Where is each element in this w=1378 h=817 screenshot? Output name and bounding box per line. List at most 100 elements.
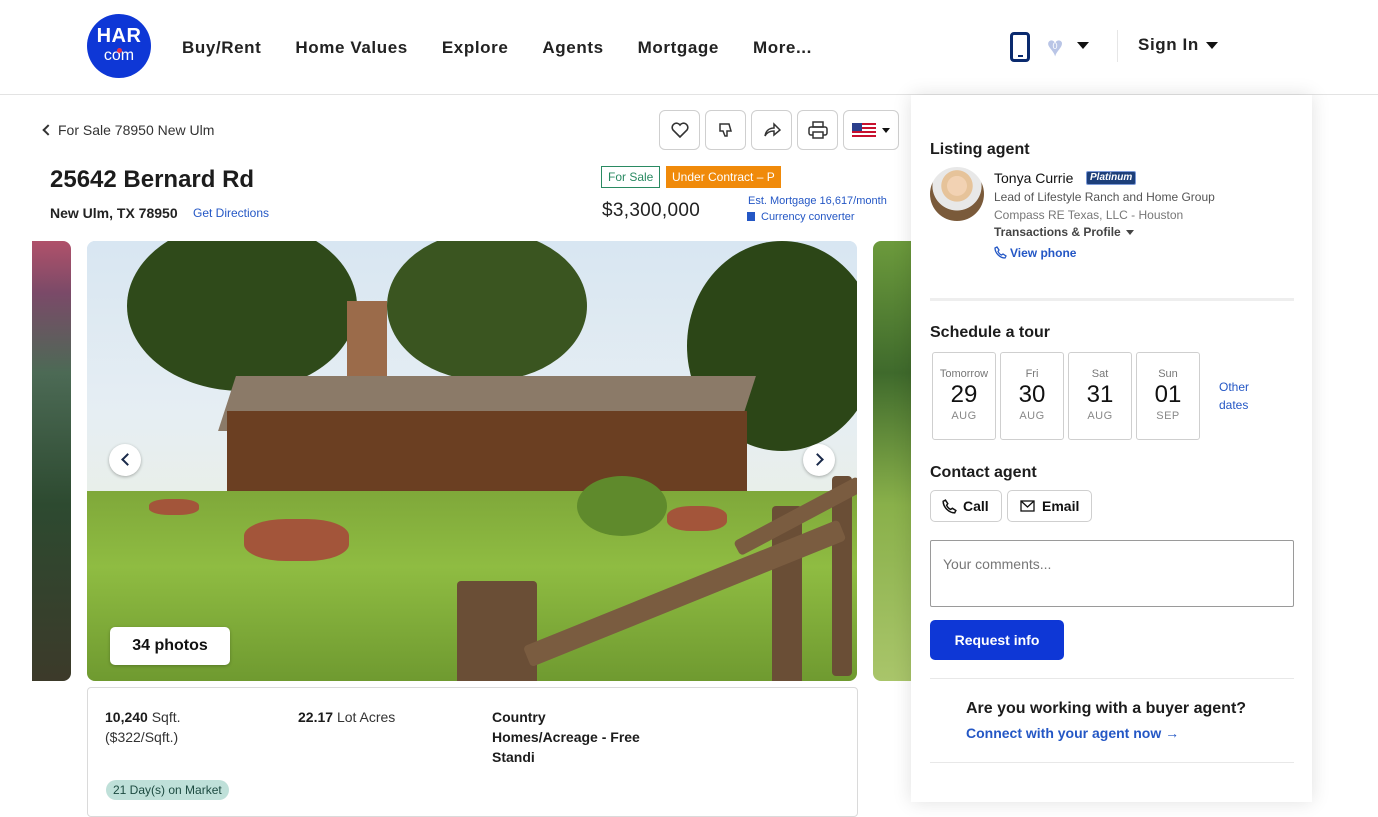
share-icon xyxy=(763,122,781,137)
section-divider xyxy=(930,762,1294,763)
phone-icon xyxy=(994,246,1007,259)
tour-day-option[interactable]: Tomorrow 29 AUG xyxy=(932,352,996,440)
favorites-count: 0 xyxy=(1052,41,1058,51)
nav-agents[interactable]: Agents xyxy=(542,37,603,59)
logo-dot xyxy=(117,48,122,53)
agent-panel: Listing agent Tonya Currie Platinum Lead… xyxy=(911,95,1312,802)
fact-lot-value: 22.17 xyxy=(298,709,334,725)
view-phone-link[interactable]: View phone xyxy=(994,246,1076,260)
tour-month: AUG xyxy=(951,410,977,422)
tour-day-number: 01 xyxy=(1154,381,1182,408)
tour-weekday: Sun xyxy=(1158,368,1178,380)
next-photo-preview[interactable] xyxy=(873,241,912,681)
other-dates-link[interactable]: Other dates xyxy=(1219,378,1259,414)
nav-buy-rent[interactable]: Buy/Rent xyxy=(182,37,261,59)
us-flag-icon xyxy=(852,123,876,137)
buyer-agent-question: Are you working with a buyer agent? xyxy=(966,700,1247,717)
tour-month: SEP xyxy=(1156,410,1180,422)
photo-shrub xyxy=(577,476,667,536)
connect-agent-link[interactable]: Connect with your agent now → xyxy=(966,725,1179,741)
photo-rock xyxy=(149,499,199,515)
sign-in-button[interactable]: Sign In xyxy=(1138,35,1199,55)
chevron-down-icon[interactable] xyxy=(1206,42,1218,49)
fact-sqft-unit: Sqft. xyxy=(151,709,181,725)
site-header: HAR com Buy/Rent Home Values Explore Age… xyxy=(0,0,1378,95)
tour-day-number: 31 xyxy=(1086,381,1114,408)
photo-fence-post xyxy=(832,476,852,676)
back-link[interactable]: For Sale 78950 New Ulm xyxy=(42,121,215,139)
currency-converter-label: Currency converter xyxy=(761,211,855,223)
favorite-button[interactable] xyxy=(659,110,700,150)
get-directions-link[interactable]: Get Directions xyxy=(193,206,269,220)
main-nav: Buy/Rent Home Values Explore Agents Mort… xyxy=(182,37,812,59)
for-sale-badge: For Sale xyxy=(601,166,661,188)
previous-photo-button[interactable] xyxy=(109,444,141,476)
logo-text-top: HAR xyxy=(96,25,142,47)
har-logo[interactable]: HAR com xyxy=(87,14,151,78)
tour-day-number: 29 xyxy=(950,381,978,408)
calculator-icon xyxy=(747,212,755,221)
listing-title: 25642 Bernard Rd xyxy=(50,166,255,193)
contact-agent-heading: Contact agent xyxy=(930,464,1037,481)
favorites-heart-icon[interactable]: ♥ 0 xyxy=(1041,33,1069,61)
nav-explore[interactable]: Explore xyxy=(442,37,509,59)
nav-home-values[interactable]: Home Values xyxy=(295,37,407,59)
view-phone-label: View phone xyxy=(1010,246,1077,260)
fact-sqft-value: 10,240 xyxy=(105,709,148,725)
tour-month: AUG xyxy=(1019,410,1045,422)
tour-day-option[interactable]: Sat 31 AUG xyxy=(1068,352,1132,440)
chevron-down-icon xyxy=(1125,230,1134,235)
photo-count-button[interactable]: 34 photos xyxy=(110,627,230,665)
heart-icon xyxy=(670,122,689,138)
email-button[interactable]: Email xyxy=(1007,490,1092,522)
tour-day-option[interactable]: Fri 30 AUG xyxy=(1000,352,1064,440)
tour-day-number: 30 xyxy=(1018,381,1046,408)
fact-type-line-3: Standi xyxy=(492,749,535,765)
next-photo-button[interactable] xyxy=(803,444,835,476)
thumbs-down-icon xyxy=(718,123,732,137)
nav-mortgage[interactable]: Mortgage xyxy=(638,37,719,59)
tour-month: AUG xyxy=(1087,410,1113,422)
section-divider xyxy=(930,298,1294,301)
call-button[interactable]: Call xyxy=(930,490,1002,522)
mobile-app-icon[interactable] xyxy=(1010,32,1030,62)
transactions-profile-dropdown[interactable]: Transactions & Profile xyxy=(994,225,1134,239)
share-button[interactable] xyxy=(751,110,792,150)
tour-weekday: Sat xyxy=(1091,368,1109,380)
print-button[interactable] xyxy=(797,110,838,150)
printer-icon xyxy=(807,121,828,139)
tour-weekday: Fri xyxy=(1025,368,1039,380)
listing-address: New Ulm, TX 78950 xyxy=(50,205,178,221)
language-selector[interactable] xyxy=(843,110,899,150)
days-on-market-badge: 21 Day(s) on Market xyxy=(106,780,229,800)
agent-avatar[interactable] xyxy=(930,167,984,221)
agent-name[interactable]: Tonya Currie xyxy=(994,170,1073,186)
under-contract-badge: Under Contract – P xyxy=(666,166,781,188)
fact-sqft: 10,240 Sqft. ($322/Sqft.) xyxy=(105,707,181,747)
mortgage-estimate-link[interactable]: Est. Mortgage 16,617/month xyxy=(748,195,887,207)
photo-rock xyxy=(667,506,727,531)
comments-textarea[interactable]: Your comments... xyxy=(930,540,1294,607)
fact-property-type: Country Homes/Acreage - Free Standi xyxy=(492,707,640,767)
chevron-down-icon xyxy=(882,127,890,133)
fact-type-line-2: Homes/Acreage - Free xyxy=(492,729,640,745)
tour-weekday: Tomorrow xyxy=(939,368,989,380)
currency-converter-link[interactable]: Currency converter xyxy=(747,211,855,223)
header-divider xyxy=(1117,30,1118,62)
request-info-button[interactable]: Request info xyxy=(930,620,1064,660)
nav-more[interactable]: More... xyxy=(753,37,812,59)
main-listing-photo[interactable]: 34 photos xyxy=(87,241,857,681)
tour-day-option[interactable]: Sun 01 SEP xyxy=(1136,352,1200,440)
fact-type-line-1: Country xyxy=(492,709,546,725)
phone-icon xyxy=(942,499,957,514)
fact-lot-unit: Lot Acres xyxy=(336,709,396,725)
chevron-down-icon[interactable] xyxy=(1077,42,1089,49)
listing-agent-heading: Listing agent xyxy=(930,141,1030,158)
transactions-profile-label: Transactions & Profile xyxy=(994,225,1121,239)
call-label: Call xyxy=(963,498,989,514)
photo-rock xyxy=(244,519,349,561)
previous-photo-preview[interactable] xyxy=(32,241,71,681)
back-link-label: For Sale 78950 New Ulm xyxy=(58,122,215,138)
listing-price: $3,300,000 xyxy=(602,200,701,221)
dislike-button[interactable] xyxy=(705,110,746,150)
